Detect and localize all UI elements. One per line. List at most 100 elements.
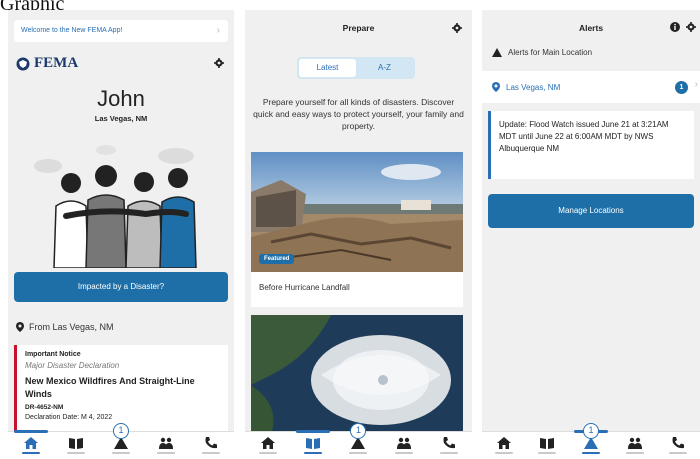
nav-contact-label (202, 452, 221, 454)
user-name: John (97, 86, 145, 111)
nav-shelters-label (157, 452, 176, 454)
nav-prepare[interactable] (63, 435, 89, 457)
location-pin-icon (16, 322, 24, 332)
alerts-screen: Alerts Alerts for Main Location Las Vega… (482, 10, 700, 459)
people-icon (159, 437, 174, 449)
bottom-nav: 1 (8, 422, 234, 459)
prepare-intro: Prepare yourself for all kinds of disast… (253, 97, 464, 131)
prepare-tabs: Latest A-Z (297, 57, 415, 79)
nav-contact-label (669, 452, 688, 454)
article-card-hurricane[interactable]: Featured Before Hurricane Landfall (251, 152, 463, 307)
page-title: Alerts (578, 23, 604, 33)
nav-home-label (494, 452, 513, 454)
home-icon (260, 437, 275, 449)
header-actions (670, 22, 696, 32)
warning-icon (113, 437, 128, 449)
location-name: Las Vegas, NM (506, 82, 561, 92)
location-alert-badge: 1 (675, 81, 688, 94)
nav-contact-label (440, 452, 459, 454)
from-location-label: From Las Vegas, NM (29, 322, 114, 332)
nav-home[interactable] (13, 429, 48, 457)
people-icon (627, 437, 642, 449)
people-icon (396, 437, 411, 449)
welcome-text: Welcome to the New FEMA App! (21, 27, 123, 34)
featured-badge: Featured (259, 254, 295, 264)
nav-home-label (258, 452, 277, 454)
nav-shelters[interactable] (153, 435, 179, 457)
hurricane-damage-image: Featured (251, 152, 463, 272)
book-icon (306, 438, 321, 449)
chevron-right-icon: › (216, 25, 220, 36)
family-illustration (34, 145, 197, 268)
notice-code: DR-4652-NM (25, 404, 64, 411)
alerts-for-row: Alerts for Main Location (492, 48, 592, 57)
location-pin-icon (492, 82, 500, 92)
from-location-row: From Las Vegas, NM (16, 322, 114, 332)
nav-prepare-label (538, 452, 557, 454)
article-card-satellite[interactable] (251, 315, 463, 435)
nav-shelters[interactable] (391, 435, 417, 457)
nav-contact[interactable] (665, 435, 691, 457)
screenshot-stage: Graphic Welcome to the New FEMA App! › F… (0, 0, 700, 459)
phone-icon (672, 437, 685, 449)
fema-logo: FEMA (16, 55, 78, 72)
alerts-for-label: Alerts for Main Location (508, 48, 593, 57)
bottom-nav: 1 (482, 422, 700, 459)
notice-title: New Mexico Wildfires And Straight-Line W… (25, 376, 195, 399)
alert-update-card[interactable]: Update: Flood Watch issued June 21 at 3:… (488, 111, 694, 179)
chevron-right-icon: › (694, 79, 698, 90)
info-icon[interactable] (670, 22, 680, 32)
location-row[interactable]: Las Vegas, NM 1 › (482, 71, 700, 103)
fema-logo-text: FEMA (34, 55, 79, 71)
nav-prepare-label (66, 452, 85, 454)
tab-latest[interactable]: Latest (299, 59, 356, 77)
home-icon (496, 437, 511, 449)
notice-type: Major Disaster Declaration (25, 361, 120, 370)
bottom-nav: 1 (245, 422, 472, 459)
nav-alerts-label (349, 452, 368, 454)
nav-home-label (21, 452, 40, 454)
alerts-count-badge: 1 (112, 422, 129, 439)
gear-icon[interactable] (214, 58, 224, 68)
nav-prepare-label (304, 452, 323, 454)
phone-icon (443, 437, 456, 449)
card-caption: Before Hurricane Landfall (259, 283, 350, 292)
nav-home[interactable] (255, 435, 281, 457)
nav-prepare[interactable] (296, 429, 331, 457)
warning-icon (492, 48, 502, 57)
notice-heading: Important Notice (25, 351, 81, 358)
warning-icon (583, 437, 598, 449)
phone-icon (205, 437, 218, 449)
nav-alerts-label (111, 452, 130, 454)
impacted-by-disaster-button[interactable]: Impacted by a Disaster? (14, 272, 228, 302)
user-location: Las Vegas, NM (94, 114, 148, 123)
manage-locations-button[interactable]: Manage Locations (488, 194, 694, 228)
nav-alerts[interactable]: 1 (345, 422, 371, 457)
home-screen: Welcome to the New FEMA App! › FEMA John… (8, 10, 234, 459)
nav-contact[interactable] (198, 435, 224, 457)
notice-date: Declaration Date: M 4, 2022 (25, 414, 113, 421)
warning-icon (351, 437, 366, 449)
satellite-photo (251, 315, 463, 435)
nav-alerts-label (581, 452, 600, 454)
nav-shelters-label (394, 452, 413, 454)
prepare-screen: Prepare Latest A-Z Prepare yourself for … (245, 10, 472, 459)
book-icon (68, 438, 83, 449)
nav-alerts[interactable]: 1 (573, 422, 608, 457)
nav-shelters-label (625, 452, 644, 454)
nav-shelters[interactable] (622, 435, 648, 457)
tab-a-z[interactable]: A-Z (356, 59, 413, 77)
page-title: Prepare (342, 23, 375, 33)
gear-icon[interactable] (686, 22, 696, 32)
home-icon (23, 437, 38, 449)
alerts-count-badge: 1 (582, 422, 599, 439)
nav-contact[interactable] (436, 435, 462, 457)
fema-seal-icon (16, 57, 30, 70)
book-icon (540, 438, 555, 449)
nav-alerts[interactable]: 1 (108, 422, 134, 457)
nav-home[interactable] (491, 435, 517, 457)
nav-prepare[interactable] (534, 435, 560, 457)
gear-icon[interactable] (452, 23, 462, 33)
welcome-banner[interactable]: Welcome to the New FEMA App! › (14, 20, 228, 42)
alerts-count-badge: 1 (350, 422, 367, 439)
